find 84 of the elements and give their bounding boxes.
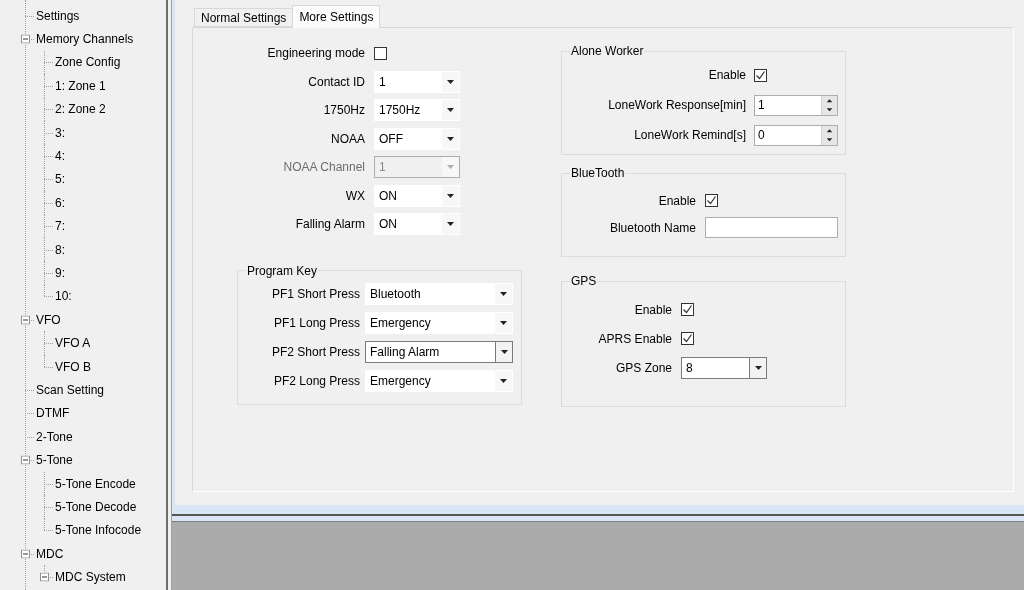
spin-field[interactable]: 0 xyxy=(754,124,838,146)
tree-item[interactable]: VFO xyxy=(36,313,61,326)
checkbox[interactable] xyxy=(754,68,767,82)
dropdown[interactable]: Falling Alarm xyxy=(365,341,513,363)
dropdown[interactable]: 8 xyxy=(681,356,767,379)
field-label: PF1 Long Press xyxy=(272,315,360,332)
field-label: 1750Hz xyxy=(322,102,365,120)
dropdown[interactable]: OFF xyxy=(374,127,460,150)
tree-item[interactable]: 5: xyxy=(55,173,65,186)
caret-down-icon xyxy=(500,292,507,296)
dropdown[interactable]: ON xyxy=(374,213,460,236)
collapse-icon[interactable] xyxy=(40,572,49,582)
caret-down-icon xyxy=(754,365,762,370)
tree-item[interactable]: Scan Setting xyxy=(36,383,105,396)
field-label: PF1 Short Press xyxy=(270,286,360,303)
field-label: Enable xyxy=(657,192,696,210)
tree-item[interactable]: Zone Config xyxy=(55,56,121,69)
field-label: Bluetooth Name xyxy=(608,219,696,237)
tree-item[interactable]: 9: xyxy=(55,267,65,279)
tree-item[interactable]: 10: xyxy=(55,290,72,303)
tree-item[interactable]: 1: Zone 1 xyxy=(55,79,106,92)
tree-item[interactable]: 4: xyxy=(55,150,65,163)
caret-down-icon xyxy=(500,321,507,325)
caret-down-icon xyxy=(447,136,454,141)
collapse-icon[interactable] xyxy=(21,455,30,465)
tree-item[interactable]: VFO B xyxy=(55,360,91,373)
tree-item[interactable]: MDC System xyxy=(55,571,126,584)
checkbox[interactable] xyxy=(705,194,718,207)
tree-item[interactable]: 2: Zone 2 xyxy=(55,103,106,116)
tree-item[interactable]: MDC xyxy=(36,547,64,560)
tree-item[interactable]: DTMF xyxy=(36,407,70,420)
caret-down-icon xyxy=(447,79,454,84)
tab[interactable]: Normal Settings xyxy=(194,8,293,27)
field-label: Falling Alarm xyxy=(294,216,365,234)
caret-down-icon xyxy=(447,108,454,113)
field-label: PF2 Long Press xyxy=(272,373,360,390)
spin-field[interactable]: 1 xyxy=(754,94,838,116)
tree-item[interactable]: 2-Tone xyxy=(36,430,73,443)
caret-down-icon xyxy=(500,379,507,383)
collapse-icon[interactable] xyxy=(21,315,30,325)
tree-item[interactable]: 7: xyxy=(55,220,65,233)
field-label: WX xyxy=(344,187,365,205)
field-label: LoneWork Remind[s] xyxy=(633,127,746,144)
field-label: APRS Enable xyxy=(597,330,672,348)
dropdown[interactable]: Emergency xyxy=(365,312,513,334)
field-label: Enable xyxy=(707,67,746,84)
tree-item[interactable]: 5-Tone Encode xyxy=(55,477,136,490)
dropdown[interactable]: 1 xyxy=(374,70,460,93)
caret-down-icon xyxy=(447,165,454,170)
tab[interactable]: More Settings xyxy=(292,5,381,28)
field-label: LoneWork Response[min] xyxy=(607,97,746,114)
group-title: BlueTooth xyxy=(570,165,626,182)
tree-item[interactable]: 5-Tone Decode xyxy=(55,500,137,513)
input-field[interactable] xyxy=(705,217,838,238)
tree-item[interactable]: 3: xyxy=(55,126,65,139)
tree-item[interactable]: Memory Channels xyxy=(36,33,134,46)
caret-down-icon xyxy=(447,193,454,198)
tree-item[interactable]: 5-Tone Infocode xyxy=(55,524,142,537)
field-label: GPS Zone xyxy=(614,359,672,377)
dropdown[interactable]: Bluetooth xyxy=(365,283,513,305)
tree-item[interactable]: 8: xyxy=(55,243,65,256)
caret-down-icon xyxy=(500,350,508,354)
group-title: Program Key xyxy=(246,262,319,280)
tree-item[interactable]: 6: xyxy=(55,196,65,209)
checkbox[interactable] xyxy=(374,46,387,60)
collapse-icon[interactable] xyxy=(21,34,30,44)
tree-item[interactable]: 5-Tone xyxy=(36,454,73,467)
tree-item[interactable]: VFO A xyxy=(55,337,91,350)
field-label: NOAA Channel xyxy=(282,159,365,177)
field-label: NOAA xyxy=(330,130,365,148)
field-label: PF2 Short Press xyxy=(270,344,360,361)
checkbox[interactable] xyxy=(681,303,694,316)
dropdown[interactable]: ON xyxy=(374,184,460,207)
checkbox[interactable] xyxy=(681,332,694,345)
group-title: Alone Worker xyxy=(570,43,645,60)
field-label: Contact ID xyxy=(307,73,365,91)
dropdown[interactable]: Emergency xyxy=(365,370,513,392)
field-label: Enable xyxy=(633,301,672,319)
tree-item[interactable]: Settings xyxy=(36,9,80,22)
group-title: GPS xyxy=(570,273,598,290)
caret-down-icon xyxy=(447,222,454,227)
field-label: Engineering mode xyxy=(266,45,365,63)
dropdown[interactable]: 1750Hz xyxy=(374,99,460,122)
collapse-icon[interactable] xyxy=(21,549,30,559)
